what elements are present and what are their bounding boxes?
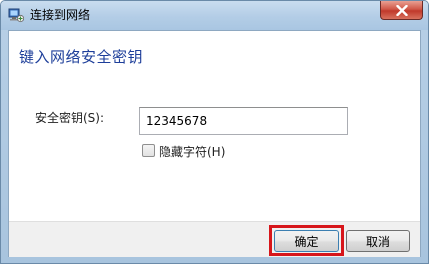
dialog-window: 连接到网络 键入网络安全密钥 安全密钥(S): 隐藏字符(H) 确定 取消 [0, 0, 429, 264]
security-key-label: 安全密钥(S): [35, 111, 105, 125]
cancel-button[interactable]: 取消 [346, 230, 410, 252]
button-bar: 确定 取消 [9, 221, 420, 257]
network-icon [8, 8, 24, 23]
close-icon [396, 5, 408, 16]
dialog-heading: 键入网络安全密钥 [19, 48, 144, 66]
security-key-input[interactable] [139, 107, 348, 135]
window-title: 连接到网络 [30, 8, 91, 22]
close-button[interactable] [380, 1, 423, 20]
hide-chars-label[interactable]: 隐藏字符(H) [159, 143, 225, 160]
ok-button[interactable]: 确定 [274, 230, 339, 252]
hide-chars-checkbox[interactable] [142, 144, 155, 157]
dialog-content: 键入网络安全密钥 安全密钥(S): 隐藏字符(H) 确定 取消 [8, 30, 421, 257]
title-bar[interactable]: 连接到网络 [1, 1, 428, 30]
